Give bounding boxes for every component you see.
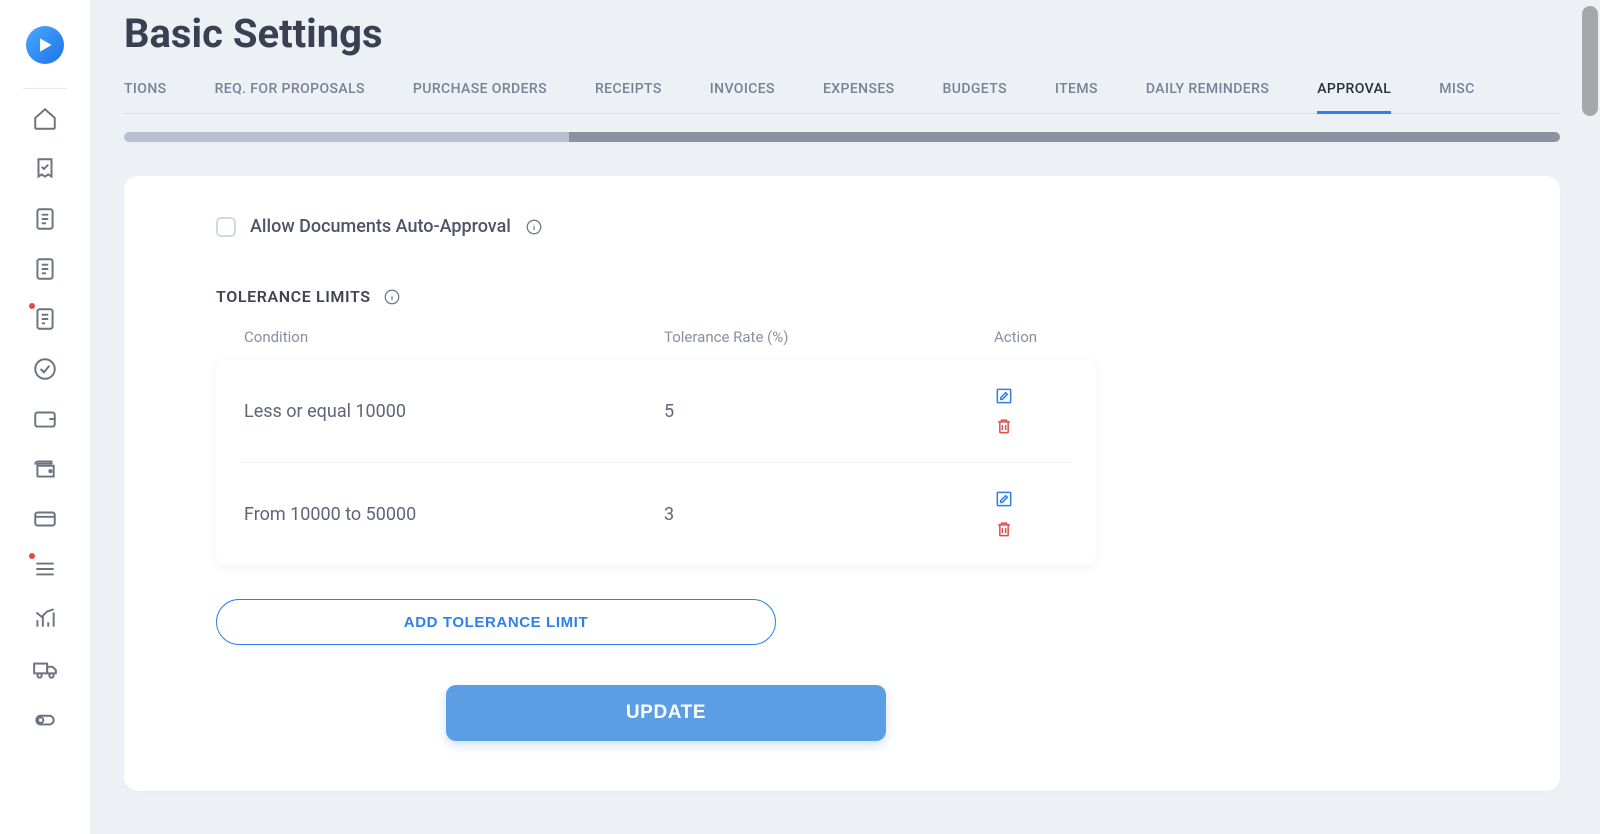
tab-invoices[interactable]: INVOICES xyxy=(710,81,775,114)
tab-receipts[interactable]: RECEIPTS xyxy=(595,81,662,114)
sidebar-document-2-icon[interactable] xyxy=(31,255,59,283)
notification-dot xyxy=(29,553,35,559)
tab-approval[interactable]: APPROVAL xyxy=(1317,81,1391,114)
tab-expenses[interactable]: EXPENSES xyxy=(823,81,895,114)
settings-progress-fill xyxy=(569,132,1560,142)
sidebar-divider xyxy=(23,88,67,89)
rate-cell: 5 xyxy=(664,401,994,422)
tolerance-row: From 10000 to 50000 3 xyxy=(240,463,1072,565)
tab-daily-reminders[interactable]: DAILY REMINDERS xyxy=(1146,81,1269,114)
sidebar-list-icon[interactable] xyxy=(31,555,59,583)
sidebar-credit-card-icon[interactable] xyxy=(31,505,59,533)
col-rate: Tolerance Rate (%) xyxy=(664,328,994,346)
page-title: Basic Settings xyxy=(124,10,1560,57)
tolerance-table: Condition Tolerance Rate (%) Action Less… xyxy=(216,328,1096,565)
main-content: Basic Settings TIONS REQ. FOR PROPOSALS … xyxy=(90,0,1600,834)
sidebar-document-1-icon[interactable] xyxy=(31,205,59,233)
tolerance-table-body: Less or equal 10000 5 From 10000 t xyxy=(216,360,1096,565)
tab-budgets[interactable]: BUDGETS xyxy=(943,81,1007,114)
col-action: Action xyxy=(994,328,1074,346)
tab-purchase-orders[interactable]: PURCHASE ORDERS xyxy=(413,81,547,114)
rate-cell: 3 xyxy=(664,504,994,525)
delete-icon[interactable] xyxy=(994,416,1014,436)
sidebar-truck-icon[interactable] xyxy=(31,655,59,683)
edit-icon[interactable] xyxy=(994,489,1014,509)
add-tolerance-button[interactable]: ADD TOLERANCE LIMIT xyxy=(216,599,776,645)
tab-misc[interactable]: MISC xyxy=(1439,81,1474,114)
tabs-items[interactable]: ITEMS xyxy=(1055,81,1098,114)
delete-icon[interactable] xyxy=(994,519,1014,539)
scrollbar-thumb[interactable] xyxy=(1582,6,1598,116)
auto-approval-label: Allow Documents Auto-Approval xyxy=(250,216,511,237)
tab-tions[interactable]: TIONS xyxy=(124,81,167,114)
sidebar-receipt-check-icon[interactable] xyxy=(31,155,59,183)
sidebar-invoice-icon[interactable] xyxy=(31,305,59,333)
notification-dot xyxy=(29,303,35,309)
condition-cell: Less or equal 10000 xyxy=(244,401,664,422)
auto-approval-row: Allow Documents Auto-Approval xyxy=(216,216,1468,237)
update-button[interactable]: UPDATE xyxy=(446,685,886,741)
sidebar-wallet-1-icon[interactable] xyxy=(31,405,59,433)
approval-card: Allow Documents Auto-Approval TOLERANCE … xyxy=(124,176,1560,791)
auto-approval-checkbox[interactable] xyxy=(216,217,236,237)
info-icon[interactable] xyxy=(525,218,543,236)
tolerance-row: Less or equal 10000 5 xyxy=(240,360,1072,463)
tolerance-table-head: Condition Tolerance Rate (%) Action xyxy=(216,328,1096,360)
condition-cell: From 10000 to 50000 xyxy=(244,504,664,525)
info-icon[interactable] xyxy=(383,288,401,306)
sidebar-chart-icon[interactable] xyxy=(31,605,59,633)
settings-tabs: TIONS REQ. FOR PROPOSALS PURCHASE ORDERS… xyxy=(124,81,1560,114)
sidebar-check-circle-icon[interactable] xyxy=(31,355,59,383)
app-logo[interactable] xyxy=(26,26,64,64)
sidebar-toggle-icon[interactable] xyxy=(31,705,59,733)
tab-req-for-proposals[interactable]: REQ. FOR PROPOSALS xyxy=(215,81,365,114)
sidebar xyxy=(0,0,90,834)
tolerance-heading: TOLERANCE LIMITS xyxy=(216,287,371,306)
col-condition: Condition xyxy=(244,328,664,346)
sidebar-wallet-2-icon[interactable] xyxy=(31,455,59,483)
sidebar-home-icon[interactable] xyxy=(31,105,59,133)
settings-progress xyxy=(124,132,1560,142)
edit-icon[interactable] xyxy=(994,386,1014,406)
